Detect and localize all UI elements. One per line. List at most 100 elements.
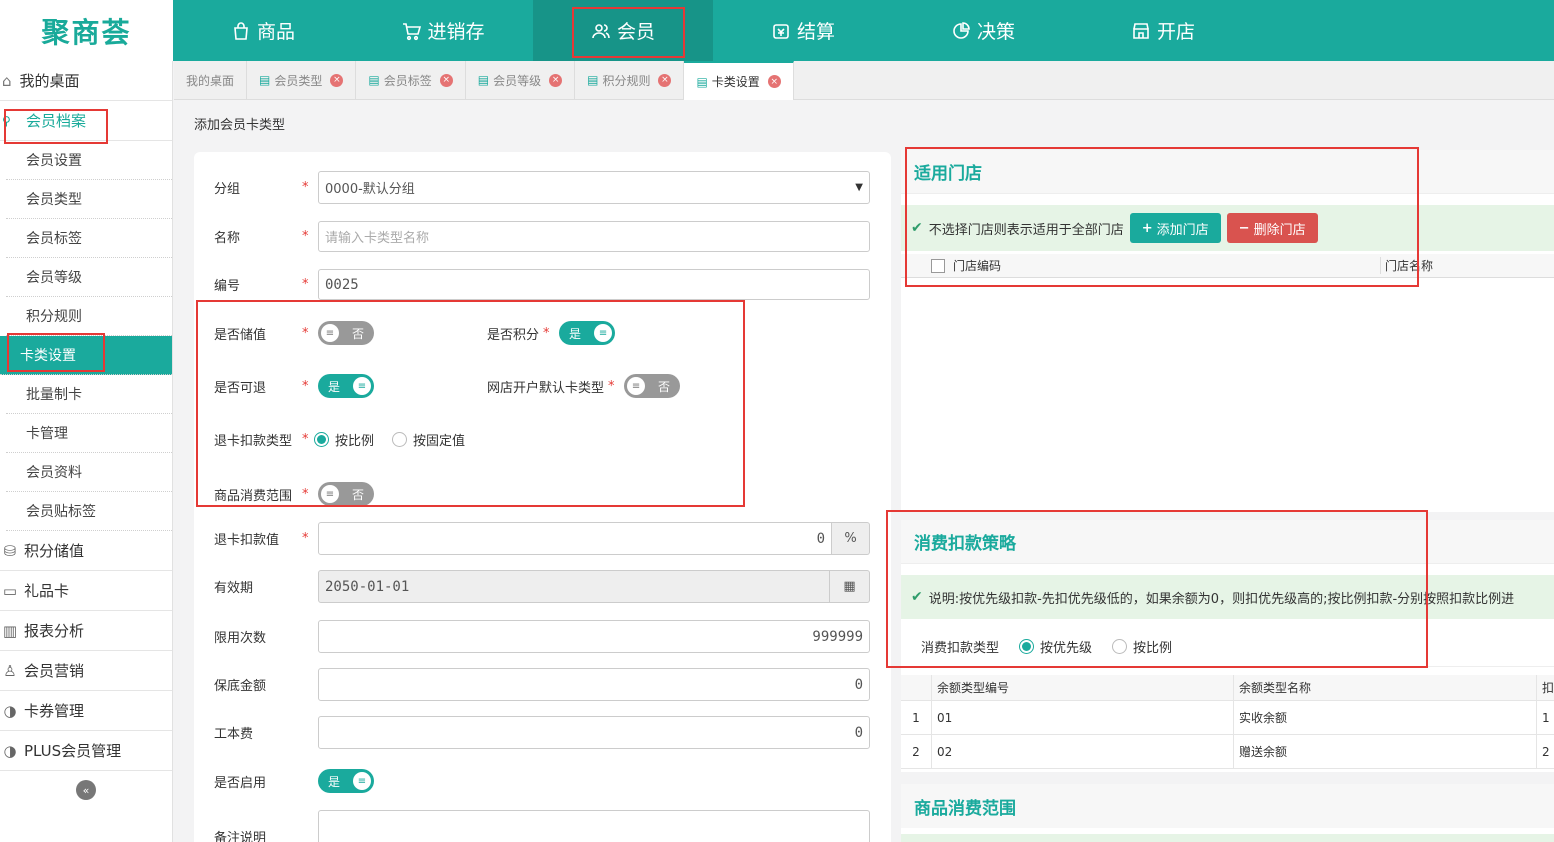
scope-panel: 商品消费范围 bbox=[901, 784, 1554, 842]
sidebar-item-points-rule[interactable]: 积分规则 bbox=[6, 297, 172, 336]
sidebar-item-member-level[interactable]: 会员等级 bbox=[6, 258, 172, 297]
tab-member-type[interactable]: ▤ 会员类型 × bbox=[247, 61, 357, 99]
sidebar-item-coupons[interactable]: ◑ 卡券管理 bbox=[0, 691, 172, 731]
users-icon bbox=[592, 23, 610, 38]
add-store-button[interactable]: + 添加门店 bbox=[1129, 213, 1221, 243]
store-icon bbox=[1133, 22, 1149, 39]
deduct-type-label: 退卡扣款类型 bbox=[214, 434, 293, 449]
row-code: 01 bbox=[931, 701, 1233, 734]
sidebar-item-gift-card[interactable]: ▭ 礼品卡 bbox=[0, 571, 172, 611]
nav-inventory[interactable]: 进销存 bbox=[353, 0, 533, 61]
points-toggle[interactable]: ≡ 是 bbox=[559, 321, 616, 345]
form-card: 分组 * 0000-默认分组 ▼ 名称 * 请输入卡类型名称 编号 * 0025 是否储… bbox=[194, 152, 891, 842]
ratio-radio[interactable] bbox=[1112, 639, 1128, 654]
table-row[interactable]: 2 02 赠送余额 2 bbox=[901, 735, 1554, 769]
nav-store[interactable]: 开店 bbox=[1073, 0, 1253, 61]
code-input[interactable]: 0025 bbox=[318, 269, 870, 300]
sidebar-item-member-stickers[interactable]: 会员贴标签 bbox=[6, 492, 172, 531]
tab-member-tag[interactable]: ▤ 会员标签 × bbox=[356, 61, 466, 99]
enabled-label: 是否启用 bbox=[214, 775, 267, 791]
row-name: 实收余额 bbox=[1233, 701, 1536, 734]
sidebar-item-points-stored[interactable]: ⛁ 积分储值 bbox=[0, 531, 172, 571]
toggle-label: 否 bbox=[351, 487, 364, 502]
sidebar-item-marketing[interactable]: ♙ 会员营销 bbox=[0, 651, 172, 691]
tab-label: 积分规则 bbox=[602, 73, 651, 88]
nav-inventory-label: 进销存 bbox=[427, 21, 485, 43]
enabled-toggle[interactable]: ≡ 是 bbox=[318, 769, 374, 793]
wallet-icon bbox=[773, 23, 789, 39]
sidebar-item-batch-card[interactable]: 批量制卡 bbox=[6, 375, 172, 414]
sidebar-desk-label: 我的桌面 bbox=[19, 72, 80, 90]
nav-settle[interactable]: 结算 bbox=[713, 0, 893, 61]
half-circle-icon: ◑ bbox=[3, 741, 17, 760]
tab-label: 我的桌面 bbox=[186, 73, 235, 88]
sidebar-item-card-manage[interactable]: 卡管理 bbox=[6, 414, 172, 453]
nav-decision[interactable]: 决策 bbox=[893, 0, 1073, 61]
close-icon[interactable]: × bbox=[330, 73, 344, 87]
user-search-icon: ⚲ bbox=[2, 113, 11, 128]
tab-points-rule[interactable]: ▤ 积分规则 × bbox=[575, 61, 685, 99]
check-icon: ✔ bbox=[911, 589, 923, 605]
table-row[interactable]: 1 01 实收余额 1 bbox=[901, 701, 1554, 735]
toggle-label: 是 bbox=[327, 774, 340, 789]
group-select[interactable]: 0000-默认分组 ▼ bbox=[318, 171, 870, 204]
min-row: 保底金额 0 bbox=[214, 668, 870, 701]
sidebar-item-card-settings[interactable]: 卡类设置 bbox=[0, 336, 172, 375]
fee-input[interactable]: 0 bbox=[318, 716, 870, 749]
select-all-checkbox[interactable] bbox=[931, 258, 945, 273]
sidebar-group-member-archive[interactable]: ⚲ 会员档案 bbox=[0, 101, 172, 141]
tab-label: 卡类设置 bbox=[711, 75, 760, 89]
sidebar-item-plus[interactable]: ◑ PLUS会员管理 bbox=[0, 731, 172, 771]
deduct-value-input[interactable]: 0 bbox=[318, 522, 832, 555]
deduct-fixed-radio[interactable] bbox=[392, 432, 408, 447]
calendar-icon[interactable]: ▦ bbox=[830, 570, 870, 603]
close-icon[interactable]: × bbox=[549, 73, 563, 87]
scope-toggle[interactable]: ≡ 否 bbox=[318, 482, 374, 506]
remark-textarea[interactable] bbox=[318, 810, 870, 842]
points-label: 是否积分 bbox=[487, 327, 540, 343]
delete-store-button[interactable]: − 删除门店 bbox=[1226, 213, 1318, 243]
priority-radio[interactable] bbox=[1019, 639, 1035, 654]
deduct-fixed-label: 按固定值 bbox=[413, 434, 466, 449]
stored-toggle[interactable]: ≡ 否 bbox=[318, 321, 374, 345]
limit-input[interactable]: 999999 bbox=[318, 620, 870, 653]
stores-title: 适用门店 bbox=[901, 150, 1554, 194]
close-icon[interactable]: × bbox=[658, 73, 672, 87]
sidebar-item-desk[interactable]: ⌂ 我的桌面 bbox=[0, 61, 172, 101]
tab-member-level[interactable]: ▤ 会员等级 × bbox=[466, 61, 576, 99]
stores-notice-text: 不选择门店则表示适用于全部门店 bbox=[928, 222, 1124, 238]
home-icon: ⌂ bbox=[2, 71, 12, 90]
minus-icon: − bbox=[1238, 220, 1250, 236]
close-icon[interactable]: × bbox=[439, 73, 453, 87]
col-balance-name: 余额类型名称 bbox=[1233, 675, 1536, 700]
min-input[interactable]: 0 bbox=[318, 668, 870, 701]
collapse-icon[interactable]: « bbox=[76, 780, 96, 800]
name-input[interactable]: 请输入卡类型名称 bbox=[318, 221, 870, 252]
refund-toggle[interactable]: ≡ 是 bbox=[318, 374, 374, 398]
sidebar-item-member-data[interactable]: 会员资料 bbox=[6, 453, 172, 492]
ratio-label: 按比例 bbox=[1133, 641, 1173, 656]
strategy-notice-text: 说明:按优先级扣款-先扣优先级低的，如果余额为0，则扣优先级高的;按比例扣款-分… bbox=[928, 591, 1515, 607]
tab-label: 会员标签 bbox=[383, 73, 432, 88]
nav-member[interactable]: 会员 bbox=[533, 0, 713, 61]
bar-chart-icon: ▥ bbox=[2, 621, 18, 640]
sidebar-item-reports[interactable]: ▥ 报表分析 bbox=[0, 611, 172, 651]
doc-icon: ▤ bbox=[696, 74, 708, 89]
tab-desk[interactable]: 我的桌面 bbox=[174, 61, 248, 99]
close-icon[interactable]: × bbox=[767, 75, 781, 88]
chevron-down-icon: ▼ bbox=[855, 182, 863, 193]
deduct-ratio-radio[interactable] bbox=[314, 432, 329, 447]
cart-icon bbox=[403, 22, 422, 40]
online-toggle[interactable]: ≡ 否 bbox=[624, 374, 681, 398]
check-icon: ✔ bbox=[911, 220, 923, 236]
min-label: 保底金额 bbox=[214, 679, 267, 694]
nav-goods[interactable]: 商品 bbox=[173, 0, 353, 61]
sidebar-item-member-settings[interactable]: 会员设置 bbox=[6, 141, 172, 180]
sidebar-item-member-tag[interactable]: 会员标签 bbox=[6, 219, 172, 258]
doc-icon: ▤ bbox=[368, 73, 380, 87]
sidebar-item-member-type[interactable]: 会员类型 bbox=[6, 180, 172, 219]
expiry-input[interactable]: 2050-01-01 bbox=[318, 570, 830, 603]
tab-card-settings[interactable]: ▤ 卡类设置 × bbox=[684, 61, 794, 100]
tab-bar: 我的桌面 ▤ 会员类型 × ▤ 会员标签 × ▤ 会员等级 × ▤ 积分规则 × ▤ 卡类设置 × bbox=[174, 61, 1554, 100]
row-value: 2 bbox=[1536, 735, 1554, 768]
